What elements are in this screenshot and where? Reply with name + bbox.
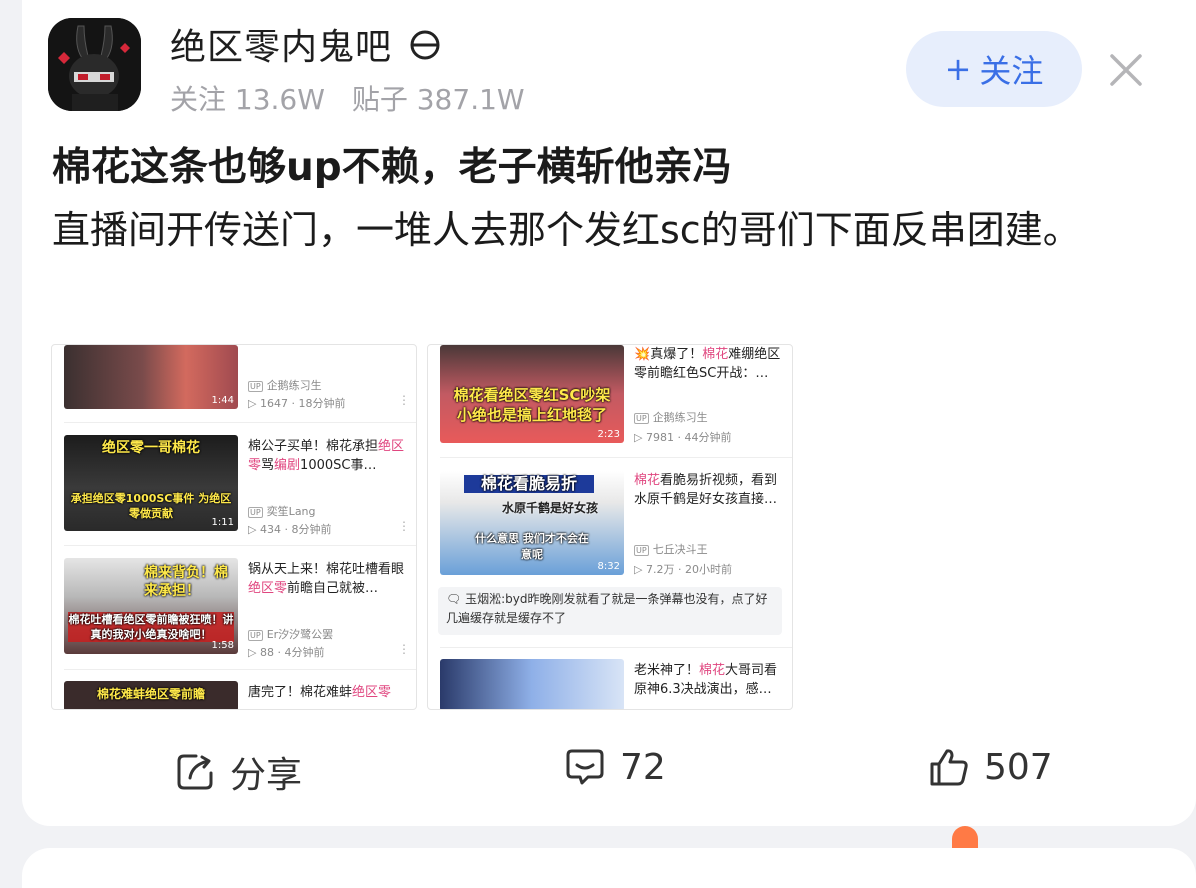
video-item: 棉花看绝区零红SC吵架 小绝也是搞上红地毯了 2:23 💥真爆了！棉花难绷绝区零… [428,345,792,445]
video-item: 棉花看脆易折 水原千鹤是好女孩 什么意思 我们才不会在意呢 8:32 棉花看脆易… [428,471,792,579]
like-button[interactable]: 507 [928,746,1053,788]
post-title[interactable]: 棉花这条也够up不赖，老子横斩他亲冯 [52,136,732,192]
divider [64,669,416,670]
video-uploader: UP 企鹅练习生 [634,411,708,424]
rabbit-avatar-icon [48,18,141,111]
up-icon: UP [248,507,263,518]
video-title: 唐完了！棉花难蚌绝区零 [248,685,392,700]
video-stats: ▷ 1647 · 18分钟前 [248,397,346,410]
thumbs-up-icon [930,749,968,786]
video-thumbnail: 1:44 [64,345,238,409]
comment-icon: 🗨 [446,592,462,606]
post-image-2[interactable]: 棉花看绝区零红SC吵架 小绝也是搞上红地毯了 2:23 💥真爆了！棉花难绷绝区零… [427,344,793,710]
close-icon[interactable] [1104,48,1148,92]
video-title: 💥真爆了！棉花难绷绝区零前瞻红色SC开战：… [634,347,781,381]
video-title: 锅从天上来！棉花吐槽看眼绝区零前瞻自己就被… [248,562,405,596]
video-stats: ▷ 7.2万 · 20小时前 [634,563,732,576]
divider [64,545,416,546]
more-icon[interactable]: ⋮ [398,393,410,407]
forum-stats: 关注 13.6W 贴子 387.1W [170,78,543,118]
video-thumbnail: 棉花难蚌绝区零前瞻 [64,681,238,709]
video-uploader: UP Er汐汐鹭公罢 [248,628,334,641]
up-icon: UP [248,381,263,392]
more-icon[interactable]: ⋮ [398,519,410,533]
video-thumbnail: 棉来背负！棉来承担！ 棉花吐槽看绝区零前瞻被狂喷！讲真的我对小绝真没啥吧！ 1:… [64,558,238,654]
comment-preview[interactable]: 🗨 玉烟淞:byd昨晚刚发就看了就是一条弹幕也没有，点了好几遍缓存就是缓存不了 [438,587,782,635]
video-thumbnail [440,659,624,709]
video-item: 棉来背负！棉来承担！ 棉花吐槽看绝区零前瞻被狂喷！讲真的我对小绝真没啥吧！ 1:… [52,558,416,659]
video-thumbnail: 绝区零一哥棉花 承担绝区零1000SC事件 为绝区零做贡献 1:11 [64,435,238,531]
action-bar: 分享 72 507 [0,742,1196,798]
forum-post-count: 贴子 387.1W [351,83,525,116]
forum-name[interactable]: 绝区零内鬼吧 [170,18,442,70]
comment-icon [566,749,604,785]
more-icon[interactable]: ⋮ [398,642,410,656]
follow-label: 关注 [979,52,1044,90]
divider [440,647,792,648]
video-title: 棉公子买单！棉花承担绝区零骂编剧1000SC事… [248,439,405,473]
video-stats: ▷ 7981 · 44分钟前 [634,431,732,444]
video-thumbnail: 棉花看绝区零红SC吵架 小绝也是搞上红地毯了 2:23 [440,345,624,443]
video-uploader: UP 七丘决斗王 [634,543,708,556]
share-icon [177,754,213,790]
video-thumbnail: 棉花看脆易折 水原千鹤是好女孩 什么意思 我们才不会在意呢 8:32 [440,471,624,575]
video-item: 棉花难蚌绝区零前瞻 唐完了！棉花难蚌绝区零 [52,681,416,709]
forum-level-icon [410,30,440,60]
video-item: 1:44 UP 企鹅练习生 ▷ 1647 · 18分钟前 ⋮ [52,345,416,421]
divider [440,457,792,458]
share-button[interactable]: 分享 [174,746,302,798]
follow-button[interactable]: + 关注 [906,31,1082,107]
video-item: 绝区零一哥棉花 承担绝区零1000SC事件 为绝区零做贡献 1:11 棉公子买单… [52,435,416,536]
forum-avatar[interactable] [48,18,141,111]
next-post-card [22,848,1196,888]
video-uploader: UP 企鹅练习生 [248,379,322,392]
post-image-1[interactable]: 1:44 UP 企鹅练习生 ▷ 1647 · 18分钟前 ⋮ 绝区零一哥棉花 承担… [51,344,417,710]
video-title: 棉花看脆易折视频，看到水原千鹤是好女孩直接… [634,473,778,507]
post-body[interactable]: 直播间开传送门，一堆人去那个发红sc的哥们下面反串团建。 [52,200,1172,260]
comment-button[interactable]: 72 [564,746,666,788]
video-stats: ▷ 88 · 4分钟前 [248,646,325,659]
video-uploader: UP 奕笙Lang [248,505,316,518]
video-item: 老米神了！棉花大哥司看原神6.3决战演出，感… [428,659,792,709]
up-icon: UP [248,630,263,641]
divider [64,422,416,423]
up-icon: UP [634,545,649,556]
explosion-icon: 💥 [634,347,651,362]
forum-followers: 关注 13.6W [170,83,325,116]
plus-icon: + [944,50,972,88]
video-title: 老米神了！棉花大哥司看原神6.3决战演出，感… [634,663,778,697]
video-stats: ▷ 434 · 8分钟前 [248,523,332,536]
up-icon: UP [634,413,649,424]
